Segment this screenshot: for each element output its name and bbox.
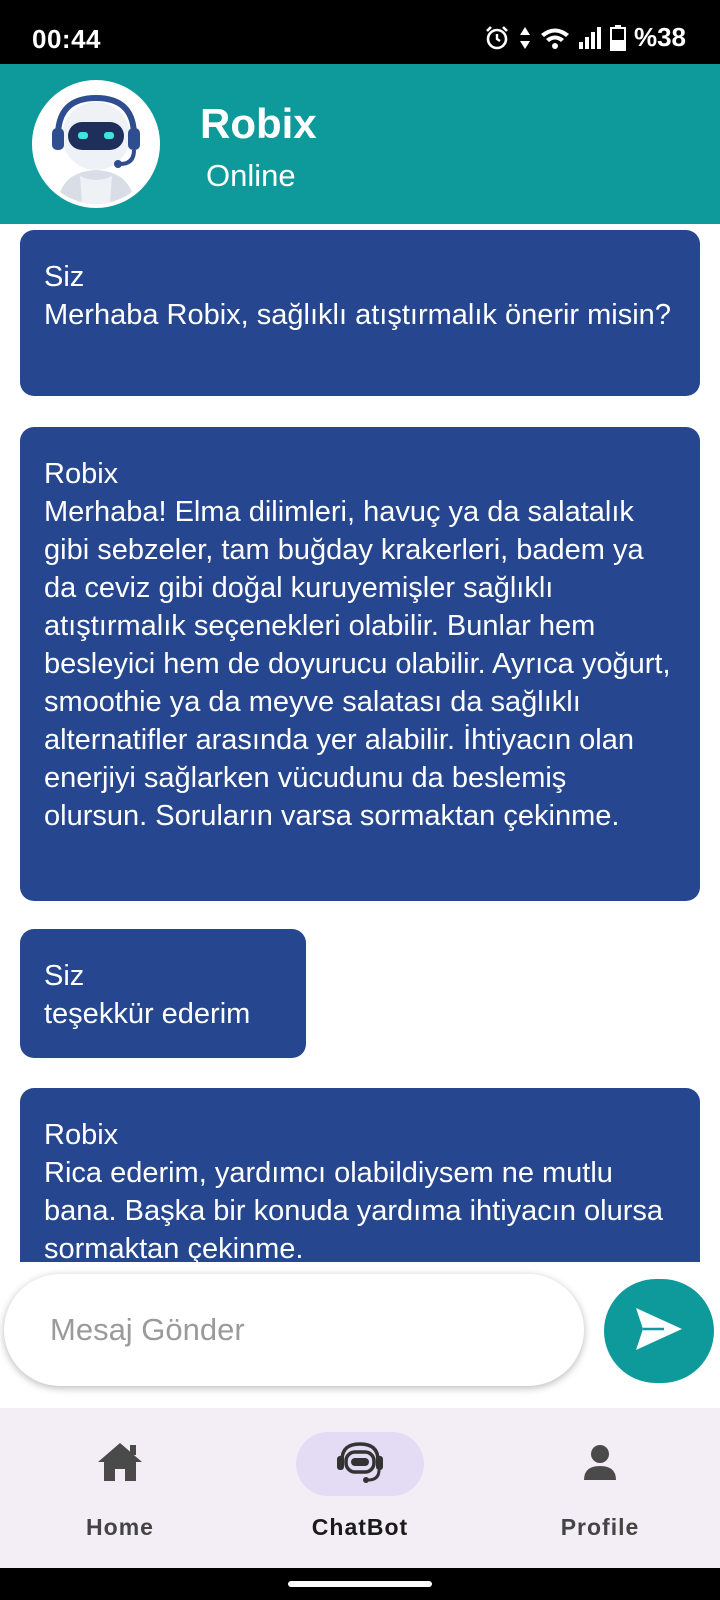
chat-message-list[interactable]: Siz Merhaba Robix, sağlıklı atıştırmalık… xyxy=(0,224,720,1262)
battery-percent: %38 xyxy=(633,22,686,52)
message-sender: Robix xyxy=(44,458,119,490)
status-icons: %38 xyxy=(484,22,686,53)
status-time: 00:44 xyxy=(32,24,101,54)
alarm-icon xyxy=(484,25,510,51)
data-arrows-icon xyxy=(518,25,532,51)
bot-status: Online xyxy=(206,158,296,193)
message-bubble-user: Siz Merhaba Robix, sağlıklı atıştırmalık… xyxy=(20,230,700,396)
message-sender: Siz xyxy=(44,261,85,293)
robot-icon xyxy=(334,1440,386,1489)
nav-icon-container xyxy=(56,1432,184,1496)
message-text: Merhaba! Elma dilimleri, havuç ya da sal… xyxy=(44,496,671,832)
message-sender: Siz xyxy=(44,960,85,992)
signal-icon xyxy=(578,26,602,50)
nav-item-chatbot[interactable]: ChatBot xyxy=(240,1408,480,1568)
message-input[interactable] xyxy=(4,1274,584,1386)
nav-icon-container xyxy=(536,1432,664,1496)
message-text: Merhaba Robix, sağlıklı atıştırmalık öne… xyxy=(44,299,671,331)
battery-icon xyxy=(609,24,626,51)
gesture-handle[interactable] xyxy=(288,1581,432,1587)
message-bubble-bot: Robix Merhaba! Elma dilimleri, havuç ya … xyxy=(20,427,700,901)
person-icon xyxy=(580,1442,620,1487)
status-bar: 00:44 %38 xyxy=(0,0,720,64)
message-bubble-bot: Robix Rica ederim, yardımcı olabildiysem… xyxy=(20,1088,700,1262)
send-button[interactable] xyxy=(604,1279,714,1383)
nav-item-profile[interactable]: Profile xyxy=(480,1408,720,1568)
message-sender: Robix xyxy=(44,1119,119,1151)
nav-icon-container xyxy=(296,1432,424,1496)
wifi-icon xyxy=(540,26,570,50)
message-bubble-user: Siz teşekkür ederim xyxy=(20,929,306,1058)
bot-name: Robix xyxy=(200,100,317,147)
send-icon xyxy=(634,1306,684,1357)
system-gesture-bar xyxy=(0,1568,720,1600)
chat-header: Robix Online xyxy=(0,64,720,224)
home-icon xyxy=(96,1441,144,1488)
nav-label-chatbot: ChatBot xyxy=(311,1514,409,1540)
message-text: Rica ederim, yardımcı olabildiysem ne mu… xyxy=(44,1157,664,1262)
robot-avatar-icon[interactable] xyxy=(32,80,160,208)
nav-label-profile: Profile xyxy=(560,1514,640,1540)
bottom-navigation: Home ChatBot Profile xyxy=(0,1408,720,1568)
message-composer xyxy=(0,1262,720,1408)
message-text: teşekkür ederim xyxy=(44,998,251,1030)
nav-item-home[interactable]: Home xyxy=(0,1408,240,1568)
nav-label-home: Home xyxy=(86,1514,154,1540)
